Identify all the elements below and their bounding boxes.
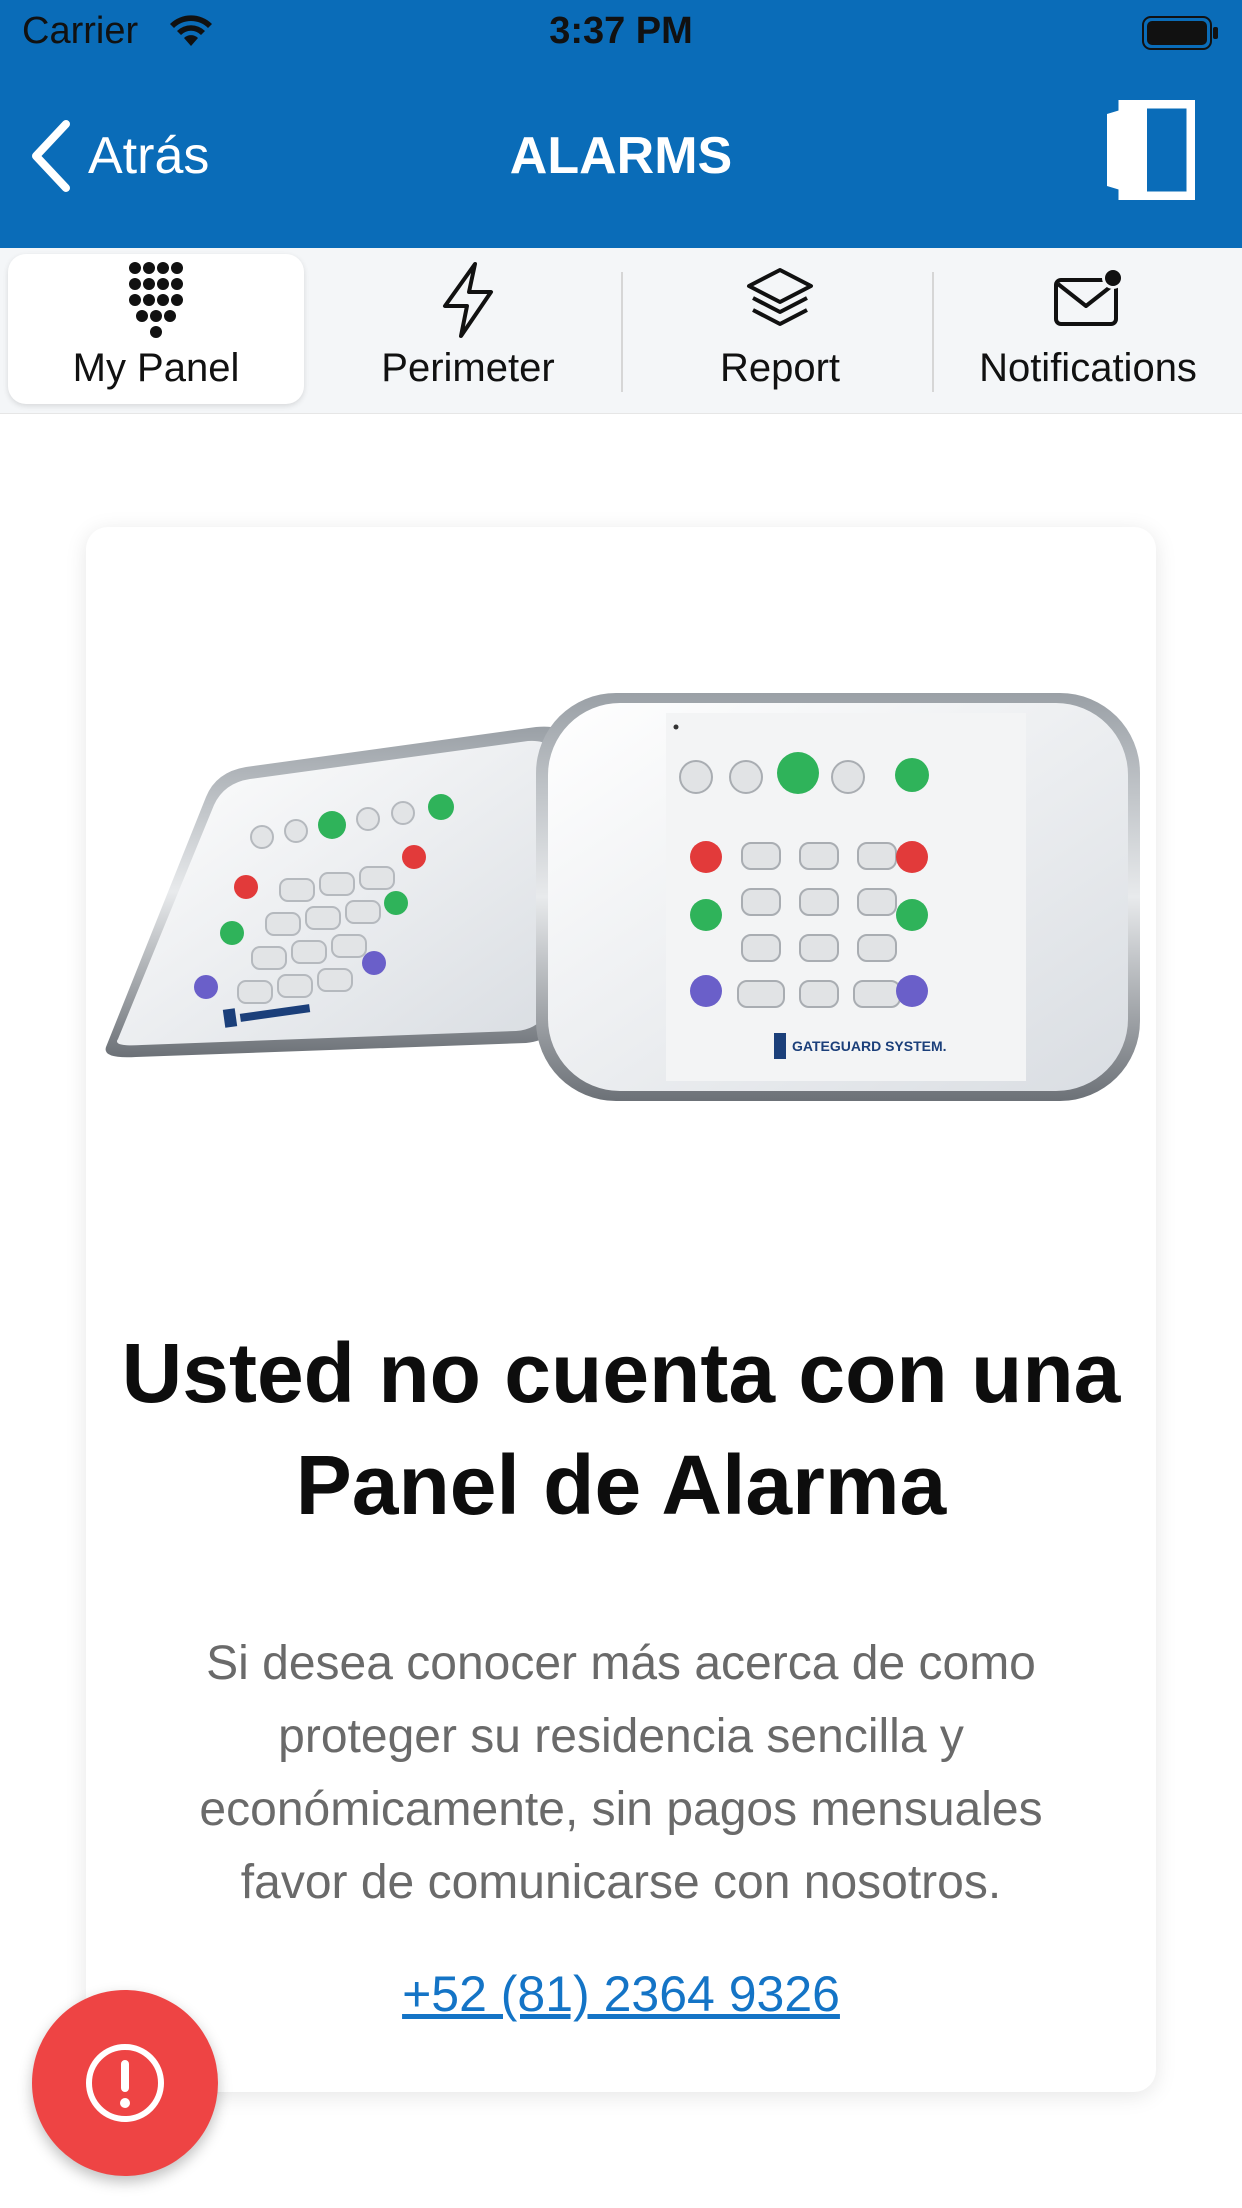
lightning-icon (443, 262, 493, 338)
panel-brand-label: GATEGUARD SYSTEM. (792, 1038, 947, 1054)
phone-link[interactable]: +52 (81) 2364 9326 (86, 1965, 1156, 2023)
clock: 3:37 PM (549, 10, 693, 52)
alert-circle-icon (86, 2044, 164, 2122)
no-panel-card: GATEGUARD SYSTEM. Usted no cuenta con un… (86, 527, 1156, 2092)
tab-report[interactable]: Report (632, 254, 928, 404)
back-button[interactable]: Atrás (28, 116, 209, 196)
status-bar: Carrier 3:37 PM (0, 0, 1242, 66)
battery-icon (1142, 16, 1218, 50)
tab-label: Notifications (979, 346, 1197, 390)
tab-my-panel[interactable]: My Panel (8, 254, 304, 404)
tab-divider (932, 272, 934, 392)
tab-label: My Panel (72, 346, 240, 390)
tab-divider (621, 272, 623, 392)
tab-notifications[interactable]: Notifications (940, 254, 1236, 404)
tab-perimeter[interactable]: Perimeter (320, 254, 616, 404)
alert-button[interactable] (32, 1990, 218, 2176)
tab-label: Perimeter (381, 346, 555, 390)
card-description: Si desea conocer más acerca de como prot… (199, 1637, 1043, 1909)
panel-front-view: GATEGUARD SYSTEM. (536, 693, 1140, 1101)
navigation-bar: Atrás ALARMS (0, 66, 1242, 248)
door-exit-icon[interactable] (1105, 100, 1195, 200)
card-title: Usted no cuenta con una Panel de Alarma (121, 1326, 1121, 1532)
chevron-left-icon (32, 120, 70, 192)
keypad-icon (129, 262, 183, 338)
layers-icon (747, 268, 813, 326)
alarm-panel-image: GATEGUARD SYSTEM. (105, 693, 1140, 1101)
back-label: Atrás (88, 127, 210, 185)
tab-label: Report (719, 346, 841, 390)
mail-badge-icon (1054, 267, 1123, 326)
panel-left-view (105, 726, 575, 1058)
